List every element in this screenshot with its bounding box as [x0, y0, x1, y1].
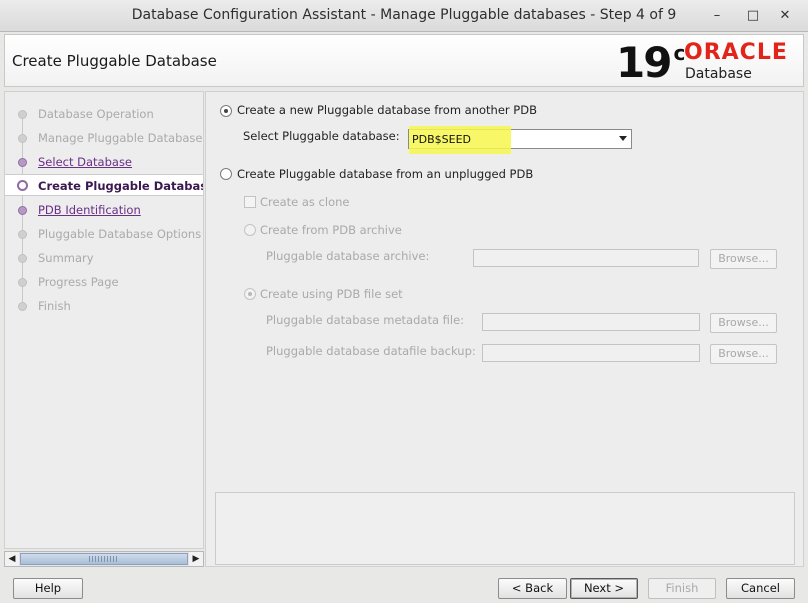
nav-item-pdb-identification[interactable]: PDB Identification [5, 199, 203, 221]
radio-pdb-archive[interactable] [244, 224, 256, 236]
nav-item-select-database[interactable]: Select Database [5, 151, 203, 173]
select-pdb-dropdown[interactable]: PDB$SEED [408, 126, 632, 154]
page-header: Create Pluggable Database 19 c ORACLE Dat… [4, 34, 804, 87]
scroll-right-icon[interactable]: ▶ [189, 552, 203, 566]
maximize-icon[interactable]: □ [744, 7, 762, 25]
step-dot-icon [18, 206, 27, 215]
nav-horizontal-scrollbar[interactable]: ◀ ▶ [4, 551, 204, 567]
chevron-down-icon[interactable] [619, 136, 627, 141]
nav-item-label: Finish [38, 299, 71, 313]
pdb-file-set-label: Create using PDB file set [260, 287, 403, 301]
step-dot-icon [18, 278, 27, 287]
nav-item-label: Summary [38, 251, 94, 265]
nav-item-manage-pdbs: Manage Pluggable Databases [5, 127, 204, 149]
option-from-unplugged-label[interactable]: Create Pluggable database from an unplug… [237, 167, 533, 181]
nav-item-pdb-options: Pluggable Database Options [5, 223, 203, 245]
main-panel: Create a new Pluggable database from ano… [205, 91, 804, 567]
steps-nav: Database Operation Manage Pluggable Data… [4, 91, 204, 549]
select-pdb-value: PDB$SEED [412, 133, 472, 146]
step-current-icon [17, 180, 28, 191]
select-pdb-label: Select Pluggable database: [243, 129, 400, 143]
metadata-input[interactable] [482, 313, 700, 331]
nav-item-summary: Summary [5, 247, 203, 269]
create-as-clone-checkbox[interactable] [244, 196, 256, 208]
scroll-left-icon[interactable]: ◀ [5, 552, 19, 566]
product-name: Database [685, 66, 752, 82]
nav-item-label: Create Pluggable Database [38, 179, 204, 193]
close-icon[interactable]: ✕ [776, 7, 794, 25]
nav-item-label: Database Operation [38, 107, 154, 121]
nav-item-label: Manage Pluggable Databases [38, 131, 204, 145]
window-title: Database Configuration Assistant - Manag… [131, 7, 677, 23]
help-button[interactable]: Help [13, 578, 83, 599]
option-from-another-pdb-label[interactable]: Create a new Pluggable database from ano… [237, 103, 537, 117]
datafile-field-label: Pluggable database datafile backup: [266, 344, 476, 358]
nav-item-finish: Finish [5, 295, 203, 317]
nav-item-label[interactable]: Select Database [38, 155, 132, 169]
scrollbar-thumb[interactable] [20, 553, 188, 565]
nav-item-progress: Progress Page [5, 271, 203, 293]
step-dot-icon [18, 158, 27, 167]
step-dot-icon [18, 254, 27, 263]
oracle-logo: ORACLE [684, 40, 788, 65]
dbca-window: Database Configuration Assistant - Manag… [0, 0, 808, 603]
radio-pdb-file-set[interactable] [244, 288, 256, 300]
title-bar: Database Configuration Assistant - Manag… [0, 0, 808, 32]
nav-item-label[interactable]: PDB Identification [38, 203, 141, 217]
step-dot-icon [18, 302, 27, 311]
archive-input[interactable] [473, 249, 699, 267]
finish-button[interactable]: Finish [648, 578, 716, 599]
step-dot-icon [18, 230, 27, 239]
next-button[interactable]: Next > [570, 578, 638, 599]
cancel-button[interactable]: Cancel [726, 578, 795, 599]
radio-from-another-pdb[interactable] [220, 105, 232, 117]
version-logo: 19 c [616, 38, 686, 87]
archive-field-label: Pluggable database archive: [266, 249, 430, 263]
nav-item-create-pdb: Create Pluggable Database [5, 174, 204, 196]
pdb-archive-label: Create from PDB archive [260, 223, 402, 237]
step-dot-icon [18, 110, 27, 119]
minimize-icon[interactable]: – [708, 7, 726, 25]
datafile-input[interactable] [482, 344, 700, 362]
radio-from-unplugged-pdb[interactable] [220, 168, 232, 180]
nav-item-database-operation: Database Operation [5, 103, 203, 125]
step-dot-icon [18, 134, 27, 143]
browse-datafile-button[interactable]: Browse... [710, 344, 777, 364]
browse-metadata-button[interactable]: Browse... [710, 313, 777, 333]
back-button[interactable]: < Back [498, 578, 567, 599]
create-as-clone-label: Create as clone [260, 195, 350, 209]
nav-item-label: Progress Page [38, 275, 119, 289]
page-title: Create Pluggable Database [12, 52, 217, 70]
metadata-field-label: Pluggable database metadata file: [266, 313, 465, 327]
nav-item-label: Pluggable Database Options [38, 227, 202, 241]
browse-archive-button[interactable]: Browse... [710, 249, 777, 269]
message-area [215, 492, 795, 565]
grip-icon [89, 556, 117, 562]
